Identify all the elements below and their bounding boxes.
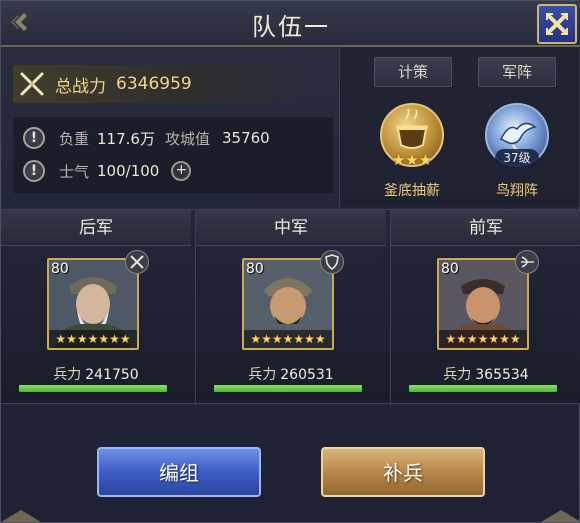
troop-hp-bar xyxy=(409,385,557,392)
troop-hp-bar xyxy=(19,385,167,392)
load-siege-row: ! 负重 117.6万 攻城值 35760 xyxy=(23,124,270,152)
troop-hp-fill xyxy=(19,385,167,392)
general-level: 80 xyxy=(246,261,264,277)
tab-strategy[interactable]: 计策 xyxy=(374,57,452,87)
troop-column-rear: 后军 80 ★★★★★★★ 兵力 241750 xyxy=(1,210,191,405)
morale-row: ! 士气 100/100 + xyxy=(23,157,192,185)
troop-position-label: 前军 xyxy=(391,210,580,246)
bow-icon xyxy=(515,250,539,274)
troop-column-front: 前军 80 ★★★★★★★ 兵力 365534 xyxy=(391,210,580,405)
general-stars: ★★★★★★★ xyxy=(439,330,527,348)
troop-section: 后军 80 ★★★★★★★ 兵力 241750 中军 80 ★★★★★★★ 兵力… xyxy=(1,209,580,405)
general-card[interactable]: 80 ★★★★★★★ xyxy=(47,258,139,350)
general-stars: ★★★★★★★ xyxy=(49,330,137,348)
general-card[interactable]: 80 ★★★★★★★ xyxy=(242,258,334,350)
page-title: 队伍一 xyxy=(252,13,330,41)
close-icon xyxy=(546,13,568,35)
strategy-name: 釜底抽薪 xyxy=(384,183,440,199)
load-label: 负重 xyxy=(59,129,90,148)
general-level: 80 xyxy=(441,261,459,277)
troop-position-label: 后军 xyxy=(1,210,191,246)
strategy-formation-box: 计策 军阵 ★★★ 釜底抽薪 37级 鸟翔阵 xyxy=(339,47,580,207)
team-panel: 队伍一 总战力 6346959 ! 负重 117.6万 攻城值 35760 ! … xyxy=(0,0,580,523)
formation-name: 鸟翔阵 xyxy=(496,183,538,199)
shield-icon xyxy=(320,250,344,274)
crossed-swords-icon xyxy=(15,67,49,101)
total-power-label: 总战力 xyxy=(55,76,106,97)
info-icon[interactable]: ! xyxy=(23,160,45,182)
replenish-troops-button[interactable]: 补兵 xyxy=(321,447,485,497)
troop-count: 兵力 260531 xyxy=(248,367,334,383)
troop-hp-fill xyxy=(409,385,557,392)
general-stars: ★★★★★★★ xyxy=(244,330,332,348)
header-bar: 队伍一 xyxy=(1,1,580,47)
load-value: 117.6万 xyxy=(97,129,155,148)
troop-hp-bar xyxy=(214,385,362,392)
close-button[interactable] xyxy=(537,4,577,44)
morale-value: 100/100 xyxy=(97,162,160,180)
bottom-ornament xyxy=(1,510,580,522)
troop-hp-fill xyxy=(214,385,362,392)
formation-level-badge: 37级 xyxy=(495,149,539,167)
edit-team-button[interactable]: 编组 xyxy=(97,447,261,497)
info-icon[interactable]: ! xyxy=(23,127,45,149)
siege-value: 35760 xyxy=(221,129,270,147)
stats-box: ! 负重 117.6万 攻城值 35760 ! 士气 100/100 + xyxy=(13,117,333,193)
siege-label: 攻城值 xyxy=(164,129,210,148)
tab-formation[interactable]: 军阵 xyxy=(478,57,556,87)
total-power-value: 6346959 xyxy=(116,74,192,94)
strategy-stars: ★★★ xyxy=(391,151,433,169)
add-morale-button[interactable]: + xyxy=(171,161,192,181)
total-power-row: 总战力 6346959 xyxy=(13,65,313,103)
crossed-swords-icon xyxy=(125,250,149,274)
general-level: 80 xyxy=(51,261,69,277)
morale-label: 士气 xyxy=(59,162,90,181)
troop-count: 兵力 365534 xyxy=(443,367,529,383)
troop-position-label: 中军 xyxy=(196,210,386,246)
troop-column-middle: 中军 80 ★★★★★★★ 兵力 260531 xyxy=(196,210,386,405)
general-card[interactable]: 80 ★★★★★★★ xyxy=(437,258,529,350)
troop-count: 兵力 241750 xyxy=(53,367,139,383)
